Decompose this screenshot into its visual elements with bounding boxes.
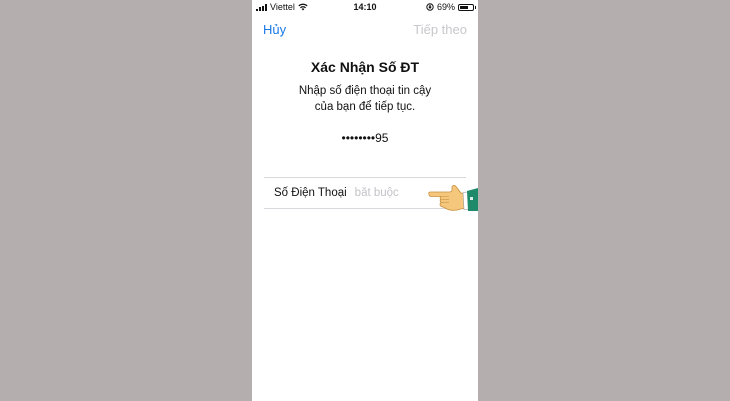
battery-icon xyxy=(458,3,476,11)
status-right: 69% xyxy=(426,2,476,12)
next-button[interactable]: Tiếp theo xyxy=(413,22,467,37)
status-bar: Viettel 14:10 69% xyxy=(252,0,478,14)
battery-fill xyxy=(460,5,469,9)
subtitle-line-2: của bạn để tiếp tục. xyxy=(314,101,416,113)
subtitle-line-1: Nhập số điện thoại tin cậy xyxy=(298,85,432,97)
battery-percent: 69% xyxy=(436,2,455,12)
page-subtitle: Nhập số điện thoại tin cậy của bạn để ti… xyxy=(272,83,458,115)
orientation-lock-icon xyxy=(426,3,434,11)
page-title: Xác Nhận Số ĐT xyxy=(310,59,420,75)
masked-phone-number: ••••••••95 xyxy=(341,131,389,145)
cancel-button[interactable]: Hủy xyxy=(263,22,286,37)
phone-field-label: Số Điện Thoại xyxy=(274,187,347,199)
pointing-hand-icon xyxy=(428,185,478,211)
